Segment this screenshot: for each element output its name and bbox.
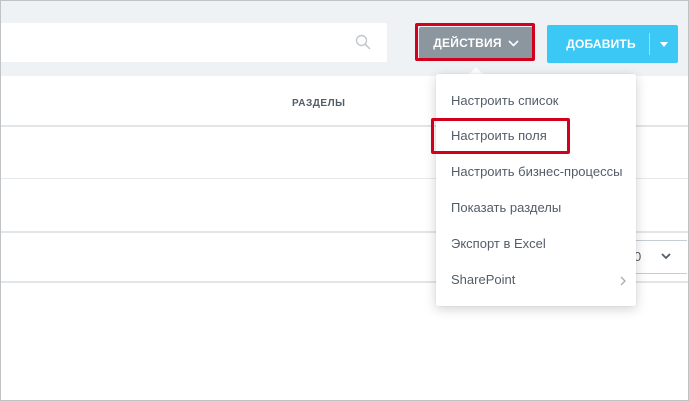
actions-menu: Настроить список Настроить поля Настроит… (436, 74, 636, 306)
column-header-sections[interactable]: РАЗДЕЛЫ (292, 98, 345, 109)
search-icon[interactable] (355, 34, 371, 50)
chevron-right-icon (620, 276, 626, 286)
menu-item-configure-list[interactable]: Настроить список (451, 93, 559, 108)
search-input[interactable] (1, 23, 387, 62)
menu-item-show-sections[interactable]: Показать разделы (451, 200, 561, 215)
configure-fields-highlight-frame (431, 118, 570, 154)
add-button[interactable]: ДОБАВИТЬ (547, 25, 655, 63)
page-size-select[interactable]: 0 (631, 240, 687, 274)
app-frame: ДЕЙСТВИЯ ДОБАВИТЬ РАЗДЕЛЫ 0 Настроить сп… (0, 0, 689, 401)
add-button-group: ДОБАВИТЬ (547, 25, 678, 63)
menu-item-configure-business-processes[interactable]: Настроить бизнес-процессы (451, 164, 622, 179)
caret-down-icon (660, 41, 668, 47)
chevron-down-icon (661, 253, 671, 260)
add-dropdown-button[interactable] (650, 25, 678, 63)
menu-item-sharepoint[interactable]: SharePoint (451, 272, 515, 287)
actions-highlight-frame (415, 23, 535, 61)
menu-item-export-excel[interactable]: Экспорт в Excel (451, 236, 546, 251)
